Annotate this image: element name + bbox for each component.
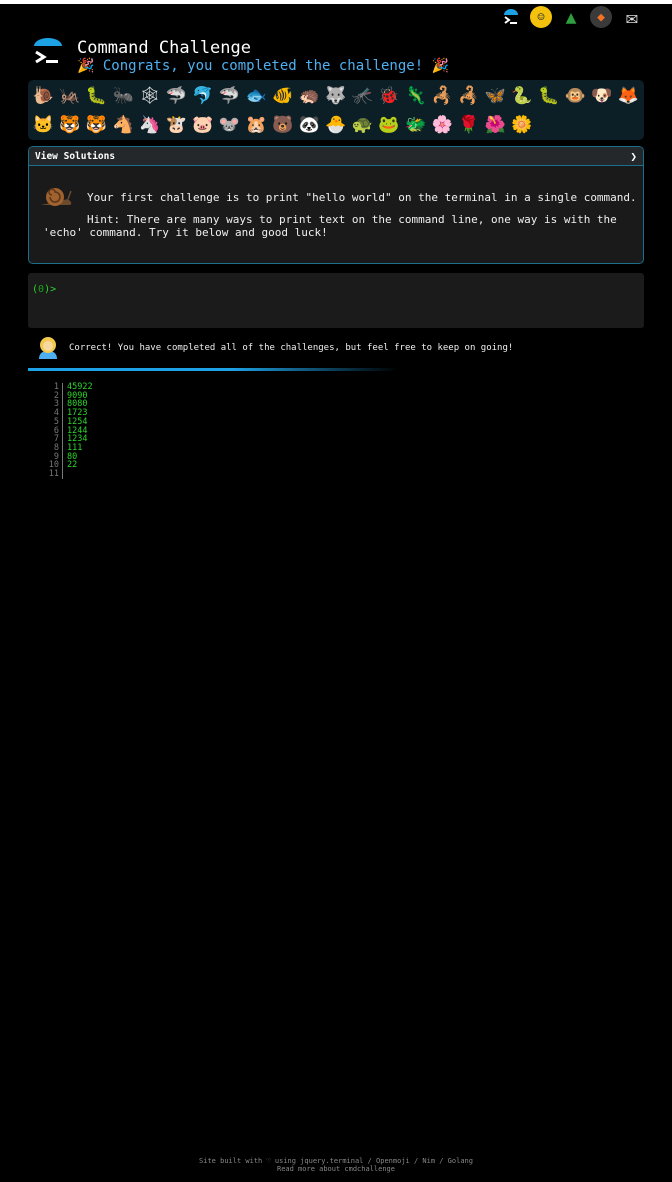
terminal-prompt: (0)> <box>32 284 56 295</box>
badge-icon[interactable]: 🦋 <box>482 82 509 110</box>
badge-icon[interactable]: 🐱 <box>30 111 57 139</box>
badge-icon[interactable]: 🕸 <box>136 82 163 110</box>
top-icons: ☺ ▲ ◆ ✉ <box>500 5 644 29</box>
badge-icon[interactable]: 🌹 <box>456 111 483 139</box>
badge-icon[interactable]: 🐭 <box>216 111 243 139</box>
badge-bar: 🐌 🦗 🐛 🐜 🕸 🦈 🐬 🦈 🐟 🐠 🦔 🐺 🦟 🐞 🦎 🦂 🦂 🦋 🐍 🐛 🐵 🐶 🦊 🐱 🐯 🐯 🐴 🦄 🐮 🐷 🐭 🐹 🐻 🐼 🐣 🐢 🐸 🐲 🌸 🌹… <box>28 80 644 140</box>
badge-icon[interactable]: 🦗 <box>57 82 84 110</box>
badge-icon[interactable]: 🐵 <box>562 82 589 110</box>
hint-text: Hint: There are many ways to print text … <box>43 213 617 239</box>
badge-icon[interactable]: 🌺 <box>482 111 509 139</box>
footer-about-link[interactable]: Read more about cmdchallenge <box>0 1165 672 1173</box>
solutions-panel: View Solutions ❯ Your first challenge is… <box>28 146 644 264</box>
badge-icon[interactable]: 🐻 <box>269 111 296 139</box>
result-message: Correct! You have completed all of the c… <box>69 343 514 353</box>
view-solutions-label: View Solutions <box>35 150 116 162</box>
badge-icon[interactable]: 🦂 <box>456 82 483 110</box>
challenge-text: Your first challenge is to print "hello … <box>87 191 637 204</box>
line-value <box>63 470 67 479</box>
line-number: 11 <box>44 470 63 479</box>
badge-icon[interactable]: 🐸 <box>376 111 403 139</box>
badge-icon[interactable]: 🐮 <box>163 111 190 139</box>
badge-icon[interactable]: 🐛 <box>83 82 110 110</box>
badge-icon[interactable]: 🐌 <box>30 82 57 110</box>
view-solutions-toggle[interactable]: View Solutions ❯ <box>29 147 643 166</box>
footer-credits[interactable]: Site built with ♡ using jquery.terminal … <box>0 1157 672 1165</box>
line-value: 22 <box>67 460 78 471</box>
badge-icon[interactable]: 🐴 <box>110 111 137 139</box>
prompt-close: )> <box>44 284 57 295</box>
user-avatar-icon <box>36 335 60 361</box>
badge-icon[interactable]: 🐍 <box>509 82 536 110</box>
snail-icon <box>39 185 73 209</box>
badge-icon[interactable]: 🌸 <box>429 111 456 139</box>
badge-icon[interactable]: 🦎 <box>402 82 429 110</box>
badge-icon[interactable]: 🦂 <box>429 82 456 110</box>
progress-divider <box>28 368 398 371</box>
badge-icon[interactable]: 🐼 <box>296 111 323 139</box>
footer: Site built with ♡ using jquery.terminal … <box>0 1157 672 1173</box>
badge-icon[interactable]: 🦟 <box>349 82 376 110</box>
badge-icon[interactable]: 🐬 <box>190 82 217 110</box>
badge-icon[interactable]: 🦈 <box>163 82 190 110</box>
mail-icon[interactable]: ✉ <box>620 5 644 29</box>
badge-icon[interactable]: 🐯 <box>57 111 84 139</box>
page-title: Command Challenge <box>77 38 251 58</box>
badge-icon[interactable]: 🐣 <box>323 111 350 139</box>
badge-icon[interactable]: 🐢 <box>349 111 376 139</box>
gitlab-icon[interactable]: ◆ <box>590 6 612 28</box>
badge-icon[interactable]: 🐜 <box>110 82 137 110</box>
face-icon[interactable]: ☺ <box>530 6 552 28</box>
badge-icon[interactable]: 🐯 <box>83 111 110 139</box>
badge-icon[interactable]: 🦄 <box>136 111 163 139</box>
badge-icon[interactable]: 🐞 <box>376 82 403 110</box>
logo-icon <box>32 38 64 72</box>
congrats-subtitle: 🎉 Congrats, you completed the challenge!… <box>77 58 450 74</box>
badge-icon[interactable]: 🐹 <box>243 111 270 139</box>
tree-icon[interactable]: ▲ <box>560 6 582 28</box>
badge-icon[interactable]: 🦔 <box>296 82 323 110</box>
terminal-input[interactable]: (0)> <box>28 273 644 328</box>
chevron-right-icon: ❯ <box>630 149 637 163</box>
badge-icon[interactable]: 🐺 <box>323 82 350 110</box>
badge-icon[interactable]: 🐶 <box>588 82 615 110</box>
output-line: 11 <box>44 470 93 479</box>
top-border <box>0 0 672 4</box>
terminal-icon[interactable] <box>500 6 522 28</box>
badge-icon[interactable]: 🐷 <box>190 111 217 139</box>
badge-icon[interactable]: 🐛 <box>535 82 562 110</box>
badge-icon[interactable]: 🐲 <box>402 111 429 139</box>
output-lines: 1 45922 2 9090 3 8080 4 1723 5 1254 6 1244 7 1234 8 111… <box>44 383 93 479</box>
badge-icon[interactable]: 🌼 <box>509 111 536 139</box>
badge-icon[interactable]: 🦊 <box>615 82 642 110</box>
badge-icon[interactable]: 🦈 <box>216 82 243 110</box>
badge-icon[interactable]: 🐠 <box>269 82 296 110</box>
badge-icon[interactable]: 🐟 <box>243 82 270 110</box>
